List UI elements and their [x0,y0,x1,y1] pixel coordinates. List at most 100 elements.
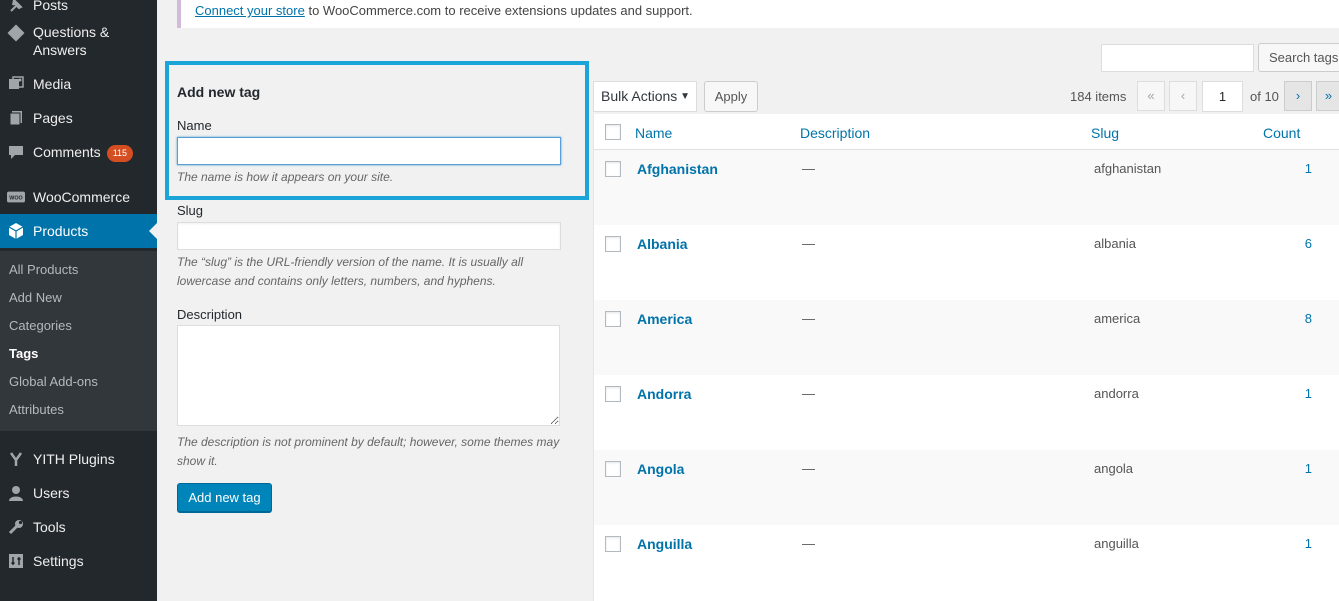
tag-description: — [802,536,815,551]
table-row: Angola — angola 1 [594,450,1339,525]
tag-count-link[interactable]: 1 [1305,536,1312,551]
products-submenu: All Products Add New Categories Tags Glo… [0,251,157,431]
users-icon [7,484,25,502]
tag-count-link[interactable]: 1 [1305,161,1312,176]
name-hint: The name is how it appears on your site. [177,170,394,184]
search-tags-button[interactable]: Search tags [1258,43,1339,72]
connect-store-notice: Connect your store to WooCommerce.com to… [177,0,1339,28]
tag-slug: angola [1094,461,1134,476]
tag-name-input[interactable] [177,137,561,165]
table-header: Name Description Slug Count [594,114,1339,150]
bulk-actions-selected-value: Bulk Actions [601,88,678,104]
sidebar-item-questions-answers[interactable]: Questions & Answers [0,18,157,64]
submenu-item-add-new[interactable]: Add New [9,290,62,306]
row-checkbox[interactable] [605,236,621,252]
tag-description: — [802,311,815,326]
tag-name-link[interactable]: America [637,311,692,327]
tag-description-textarea[interactable] [177,325,560,426]
woocommerce-icon: WOO [7,188,25,206]
submenu-item-global-add-ons[interactable]: Global Add-ons [9,374,98,390]
row-checkbox[interactable] [605,536,621,552]
tag-description: — [802,386,815,401]
table-row: Afghanistan — afghanistan 1 [594,150,1339,225]
tag-name-link[interactable]: Afghanistan [637,161,718,177]
wrench-icon [7,518,25,536]
submenu-item-all-products[interactable]: All Products [9,262,78,278]
caret-down-icon: ▼ [680,91,690,102]
sidebar-item-label: YITH Plugins [33,451,115,467]
current-page-input[interactable]: 1 [1202,81,1243,112]
bulk-actions-select[interactable]: Bulk Actions ▼ [593,81,697,112]
row-checkbox[interactable] [605,161,621,177]
apply-button[interactable]: Apply [704,81,758,112]
select-all-checkbox[interactable] [605,124,621,140]
column-header-count[interactable]: Count [1263,125,1300,141]
slug-hint: The “slug” is the URL-friendly version o… [177,255,524,288]
sidebar-item-label: Pages [33,110,73,126]
tag-slug: america [1094,311,1141,326]
sidebar-item-label: Products [33,223,89,239]
pin-icon [7,0,25,14]
products-icon [7,222,25,240]
admin-sidebar: Posts Questions & Answers Media Pages Co… [0,0,157,601]
description-hint: The description is not prominent by defa… [177,435,560,468]
items-count: 184 items [1070,89,1127,104]
tag-slug: anguilla [1094,536,1139,551]
sidebar-item-yith-plugins[interactable]: YITH Plugins [0,442,157,476]
submenu-item-tags[interactable]: Tags [9,346,38,362]
column-header-slug[interactable]: Slug [1091,125,1119,141]
add-new-tag-button[interactable]: Add new tag [177,483,272,512]
sidebar-item-pages[interactable]: Pages [0,101,157,135]
next-page-button[interactable]: › [1284,81,1312,111]
description-label: Description [177,307,243,322]
name-label: Name [177,118,212,133]
tag-count-link[interactable]: 8 [1305,311,1312,326]
submenu-item-categories[interactable]: Categories [9,318,72,334]
pages-icon [7,109,25,127]
slug-label: Slug [177,203,204,218]
first-page-button: « [1137,81,1165,111]
notice-text: to WooCommerce.com to receive extensions… [304,3,693,18]
tag-name-link[interactable]: Albania [637,236,688,252]
tag-count-link[interactable]: 1 [1305,461,1312,476]
yith-icon [7,450,25,468]
tag-description: — [802,236,815,251]
sidebar-item-comments[interactable]: Comments 115 [0,135,157,169]
column-header-description[interactable]: Description [800,125,870,141]
sidebar-item-products[interactable]: Products [0,214,157,248]
row-checkbox[interactable] [605,461,621,477]
sidebar-item-label: Tools [33,519,66,535]
sidebar-item-users[interactable]: Users [0,476,157,510]
tag-count-link[interactable]: 6 [1305,236,1312,251]
table-row: America — america 8 [594,300,1339,375]
settings-icon [7,552,25,570]
search-tags-input[interactable] [1101,44,1254,72]
sidebar-item-media[interactable]: Media [0,67,157,101]
table-row: Anguilla — anguilla 1 [594,525,1339,600]
tag-name-link[interactable]: Anguilla [637,536,692,552]
sidebar-item-woocommerce[interactable]: WOO WooCommerce [0,180,157,214]
add-new-tag-heading: Add new tag [177,84,261,100]
sidebar-item-label: Questions & Answers [33,24,110,58]
sidebar-item-label: Posts [33,0,69,13]
sidebar-item-tools[interactable]: Tools [0,510,157,544]
tag-slug: albania [1094,236,1136,251]
total-pages: of 10 [1250,89,1279,104]
tag-count-link[interactable]: 1 [1305,386,1312,401]
column-header-name[interactable]: Name [635,125,672,141]
connect-store-link[interactable]: Connect your store [195,3,305,18]
table-row: Albania — albania 6 [594,225,1339,300]
previous-page-button: ‹ [1169,81,1197,111]
tag-slug-input[interactable] [177,222,561,250]
row-checkbox[interactable] [605,311,621,327]
tag-name-link[interactable]: Andorra [637,386,691,402]
last-page-button[interactable]: » [1316,81,1339,111]
submenu-item-attributes[interactable]: Attributes [9,402,64,418]
sidebar-item-label: Users [33,485,70,501]
questions-icon [7,24,25,42]
row-checkbox[interactable] [605,386,621,402]
sidebar-item-settings[interactable]: Settings [0,544,157,578]
svg-text:WOO: WOO [9,196,22,202]
tag-name-link[interactable]: Angola [637,461,684,477]
media-icon [7,75,25,93]
